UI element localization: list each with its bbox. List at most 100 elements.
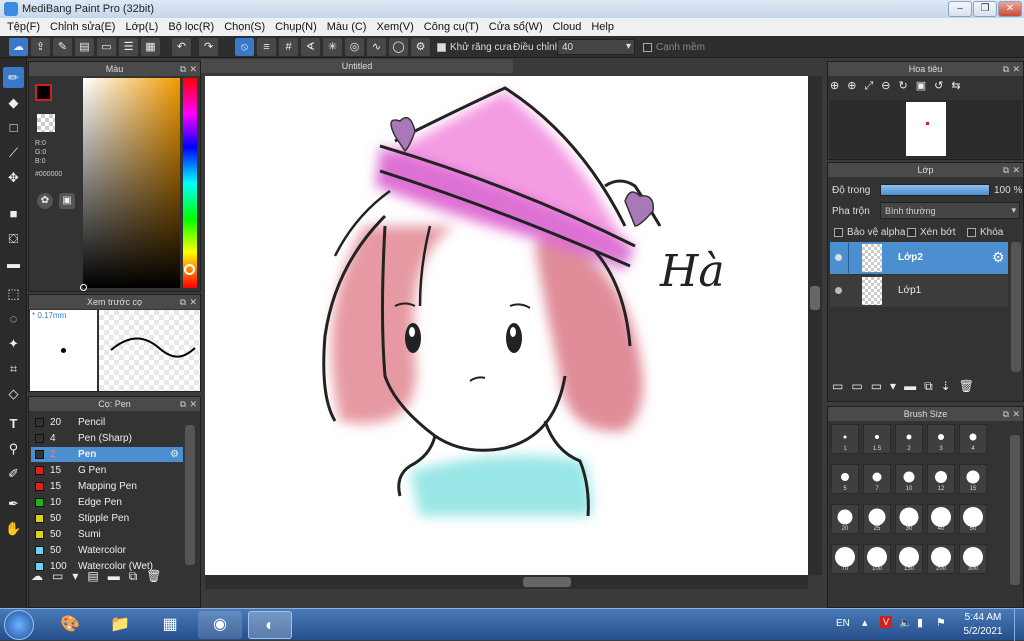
gear-icon[interactable]: ⚙ <box>992 249 1005 266</box>
close-button[interactable]: ✕ <box>998 1 1022 17</box>
protect-alpha-checkbox[interactable]: Bảo vệ alpha <box>834 227 905 238</box>
actual-size-icon[interactable]: ▣ <box>916 80 934 92</box>
undo-icon[interactable]: ↶ <box>172 38 191 56</box>
folder-icon[interactable]: ▬ <box>108 569 129 583</box>
menu-select[interactable]: Chọn(S) <box>221 21 272 33</box>
menu-capture[interactable]: Chụp(N) <box>272 21 324 33</box>
snap-settings-icon[interactable]: ⚙ <box>411 38 430 56</box>
blend-mode-dropdown[interactable]: Bình thường ▾ <box>880 202 1020 219</box>
menu-layer[interactable]: Lớp(L) <box>122 21 165 33</box>
brush-size-button[interactable]: 5 <box>831 464 859 494</box>
delete-layer-icon[interactable]: 🗑 <box>959 379 982 393</box>
select-rect-tool-icon[interactable]: ⬚ <box>3 283 24 304</box>
antivirus-icon[interactable]: V <box>880 616 892 628</box>
new-halftone-layer-icon[interactable]: ▭ <box>851 379 870 393</box>
brush-size-button[interactable]: 2 <box>895 424 923 454</box>
palette-icon[interactable]: ✿ <box>37 193 53 209</box>
grid-icon[interactable]: ▦ <box>141 38 160 56</box>
dot-tool-icon[interactable]: ⟋ <box>3 142 24 163</box>
menu-view[interactable]: Xem(V) <box>373 21 420 33</box>
medibang-icon[interactable]: ◐ <box>248 611 292 639</box>
horizontal-scrollbar[interactable] <box>205 575 808 589</box>
brush-size-button[interactable]: 100 <box>863 544 891 574</box>
reset-rotate-icon[interactable]: ↺ <box>934 80 951 92</box>
fit-window-icon[interactable]: ⤢ <box>864 80 881 92</box>
fill-shape-tool-icon[interactable]: ■ <box>3 203 24 224</box>
start-button[interactable] <box>4 610 34 640</box>
layer-scrollbar[interactable] <box>1011 242 1021 372</box>
brush-size-button[interactable]: 1 <box>831 424 859 454</box>
clock-date[interactable]: 5/2/2021 <box>958 626 1008 637</box>
brush-size-button[interactable]: 150 <box>895 544 923 574</box>
close-icon[interactable]: ✕ <box>189 62 197 76</box>
cloud-download-icon[interactable]: ☁ <box>31 569 52 583</box>
brush-list-scrollbar[interactable] <box>185 425 195 565</box>
antialias-checkbox[interactable]: Khử răng cưa <box>437 42 512 53</box>
tray-arrow-icon[interactable]: ▴ <box>862 616 868 629</box>
undock-icon[interactable]: ⧉ <box>180 397 186 411</box>
brush-item[interactable]: 10 Edge Pen <box>31 495 183 510</box>
curve-snap-icon[interactable]: ∿ <box>367 38 386 56</box>
new-layer-icon[interactable]: ▭ <box>832 379 851 393</box>
drawing-canvas[interactable]: Hà <box>205 76 808 575</box>
text-tool-icon[interactable]: T <box>3 413 24 434</box>
picker-cursor[interactable] <box>80 284 87 291</box>
radial-snap-icon[interactable]: ✳ <box>323 38 342 56</box>
brush-size-button[interactable]: 4 <box>959 424 987 454</box>
eraser-tool-icon[interactable]: ◆ <box>3 92 24 113</box>
brush-size-button[interactable]: 1.5 <box>863 424 891 454</box>
vertical-scrollbar[interactable] <box>808 76 822 575</box>
delete-icon[interactable]: 🗑 <box>146 569 170 583</box>
app-icon[interactable]: ▦ <box>148 611 192 639</box>
export-icon[interactable]: ⇪ <box>31 38 50 56</box>
brush-size-button[interactable]: 50 <box>959 504 987 534</box>
saturation-value-picker[interactable] <box>80 78 180 291</box>
menu-window[interactable]: Cửa sổ(W) <box>486 21 550 33</box>
close-icon[interactable]: ✕ <box>189 295 197 309</box>
move-tool-icon[interactable]: ✥ <box>3 167 24 188</box>
select-pen-tool-icon[interactable]: ⌗ <box>3 358 24 379</box>
brush-size-button[interactable]: 300 <box>959 544 987 574</box>
clipping-checkbox[interactable]: Xén bớt <box>907 227 955 238</box>
layer-row[interactable]: Lớp2 ⚙ <box>830 242 1008 274</box>
close-icon[interactable]: ✕ <box>189 397 197 411</box>
panel-divide-tool-icon[interactable]: ✐ <box>3 463 24 484</box>
undock-icon[interactable]: ⧉ <box>180 62 186 76</box>
network-icon[interactable]: ▮ <box>917 616 923 629</box>
menu-color[interactable]: Màu (C) <box>324 21 374 33</box>
menu-tools[interactable]: Công cụ(T) <box>421 21 486 33</box>
brush-size-button[interactable]: 3 <box>927 424 955 454</box>
close-icon[interactable]: ✕ <box>1012 407 1020 421</box>
grid-snap-icon[interactable]: # <box>279 38 298 56</box>
brush-item[interactable]: 50 Stipple Pen <box>31 511 183 526</box>
color-set-icon[interactable]: ▣ <box>59 193 75 209</box>
lock-checkbox[interactable]: Khóa <box>967 227 1003 238</box>
brush-size-button[interactable]: 40 <box>927 504 955 534</box>
duplicate-icon[interactable]: ⧉ <box>129 569 147 583</box>
undock-icon[interactable]: ⧉ <box>1003 163 1009 177</box>
eyedropper-tool-icon[interactable]: ✒ <box>3 493 24 514</box>
brush-tool-icon[interactable]: ✏ <box>3 67 24 88</box>
zoom-fit-icon[interactable]: ⊕ <box>830 80 847 92</box>
menu-filter[interactable]: Bộ lọc(R) <box>165 21 221 33</box>
eye-icon[interactable] <box>835 254 842 261</box>
zoom-out-icon[interactable]: ⊖ <box>881 80 898 92</box>
gear-icon[interactable]: ⚙ <box>170 449 179 460</box>
add-brush-icon[interactable]: ▾ <box>72 569 87 583</box>
opacity-slider[interactable] <box>880 184 990 196</box>
lasso-tool-icon[interactable]: ◌ <box>3 308 24 329</box>
circle-snap-icon[interactable]: ◎ <box>345 38 364 56</box>
brush-size-button[interactable]: 30 <box>895 504 923 534</box>
menu-help[interactable]: Help <box>588 21 621 33</box>
brush-item[interactable]: 15 Mapping Pen <box>31 479 183 494</box>
parallel-snap-icon[interactable]: ≡ <box>257 38 276 56</box>
menu-cloud[interactable]: Cloud <box>550 21 589 33</box>
clock-time[interactable]: 5:44 AM <box>958 612 1008 623</box>
undock-icon[interactable]: ⧉ <box>1003 62 1009 76</box>
magic-wand-tool-icon[interactable]: ✦ <box>3 333 24 354</box>
close-icon[interactable]: ✕ <box>1012 163 1020 177</box>
brush-item[interactable]: 50 Watercolor <box>31 543 183 558</box>
layer-row[interactable]: Lớp1 <box>830 275 1008 307</box>
new-8bit-layer-icon[interactable]: ▭ <box>871 379 890 393</box>
merge-layer-icon[interactable]: ⇣ <box>941 379 959 393</box>
